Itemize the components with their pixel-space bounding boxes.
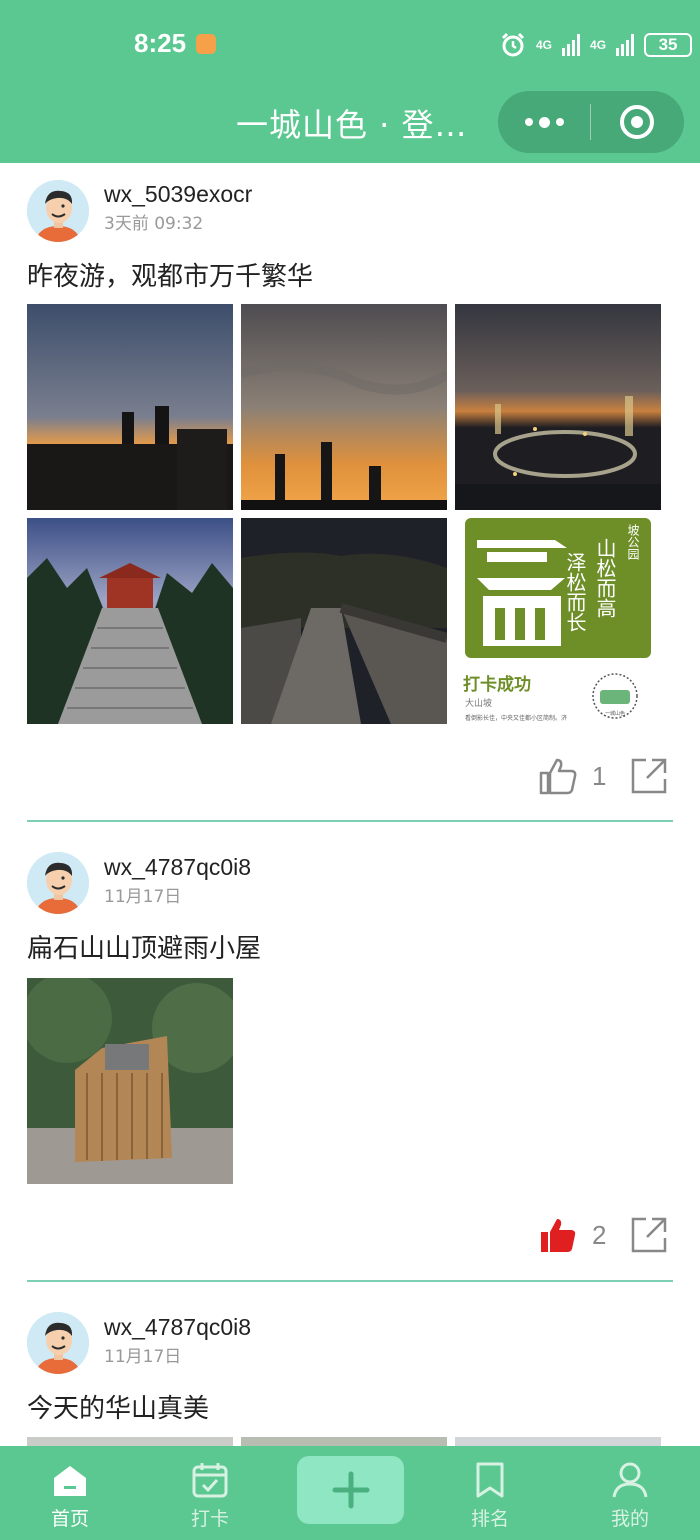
post-image[interactable] [27,1437,233,1446]
post-content: 昨夜游，观都市万千繁华 [27,262,314,292]
page-title: 一城山色 · 登… [236,106,468,144]
post-content: 扁石山山顶避雨小屋 [27,934,262,964]
checkin-calligraphy-line1: 山松而高 [593,538,617,618]
checkin-location: 大山坡 [465,697,492,709]
tab-ranking[interactable]: 排名 [445,1446,535,1540]
avatar[interactable] [27,180,89,242]
like-icon[interactable] [538,756,578,796]
checkin-logo-text: 一城山色 [605,710,625,717]
avatar[interactable] [27,1312,89,1374]
post-create-button[interactable] [297,1456,404,1524]
post-feed[interactable]: wx_5039exocr 3天前 09:32 昨夜游，观都市万千繁华 山松而高 … [0,163,700,1446]
post-image[interactable] [27,518,233,724]
checkin-calligraphy-1: 山松而高 [593,538,617,618]
post-image[interactable] [27,978,233,1184]
plus-icon [332,1471,369,1509]
bottom-tab-bar: 首页 打卡 排名 我的 [0,1446,700,1540]
post-card: wx_4787qc0i8 11月17日 今天的华山真美 [0,1283,700,1446]
status-bar: 8:25 4G 4G 35 [0,0,700,90]
post-image[interactable] [241,1437,447,1446]
post-card: wx_4787qc0i8 11月17日 扁石山山顶避雨小屋 2 [0,823,700,1283]
avatar-man-icon [27,1312,89,1374]
pavilion-stairs-image [27,518,233,724]
battery-level: 35 [658,35,678,54]
avatar-man-icon [27,180,89,242]
post-image[interactable] [241,304,447,510]
post-content: 今天的华山真美 [27,1394,210,1424]
post-username[interactable]: wx_4787qc0i8 [104,854,251,881]
top-header: 8:25 4G 4G 35 一城山色 · 登… [0,0,700,163]
more-dot-icon [555,118,564,126]
liked-icon[interactable] [538,1215,578,1255]
status-indicators: 4G 4G 35 [500,30,693,60]
post-image[interactable] [455,1437,661,1446]
tab-label: 打卡 [190,1508,229,1530]
city-night-image [455,304,661,510]
more-dot-icon [538,116,550,128]
avatar-man-icon [27,852,89,914]
post-divider [27,1280,673,1282]
checkin-card-image[interactable]: 山松而高 泽松而长 坡公园 打卡成功 大山坡 看倒影长佳，中央又佳都小区简制。济… [455,518,661,724]
tab-label: 首页 [50,1508,89,1530]
city-dusk-image [27,304,233,510]
post-time: 11月17日 [104,887,182,907]
post-username[interactable]: wx_5039exocr [104,181,252,208]
post-card: wx_5039exocr 3天前 09:32 昨夜游，观都市万千繁华 山松而高 … [0,163,700,823]
bookmark-icon [476,1462,504,1498]
post-image[interactable] [241,518,447,724]
share-icon[interactable] [630,1216,668,1254]
checkin-badge-text: 坡公园 [626,524,640,561]
calendar-check-icon [192,1463,228,1498]
checkin-badge: 坡公园 [626,524,640,561]
wooden-hut-image [27,978,233,1184]
checkin-calligraphy-2: 泽松而长 [563,552,587,632]
tab-label: 排名 [470,1508,509,1530]
checkin-success-text: 打卡成功 [463,674,531,695]
more-dot-icon [524,118,533,126]
post-actions: 2 [538,1215,668,1255]
tab-checkin[interactable]: 打卡 [165,1446,255,1540]
tab-label: 我的 [610,1508,649,1530]
avatar[interactable] [27,852,89,914]
network-label-2: 4G [590,38,607,52]
great-wall-night-image [241,518,447,724]
checkin-card-icon: 山松而高 泽松而长 坡公园 打卡成功 大山坡 看倒影长佳，中央又佳都小区简制。济… [455,518,661,724]
signal-icon [562,34,581,56]
status-time: 8:25 [134,28,187,58]
post-username[interactable]: wx_4787qc0i8 [104,1314,251,1341]
tab-mine[interactable]: 我的 [585,1446,675,1540]
post-time: 11月17日 [104,1347,182,1367]
like-count: 2 [592,1219,607,1250]
checkin-footer: 看倒影长佳，中央又佳都小区简制。济 [465,714,567,722]
post-time: 3天前 09:32 [104,214,204,234]
home-icon [54,1466,86,1496]
like-count: 1 [592,760,607,791]
more-button[interactable] [498,91,590,153]
checkin-calligraphy-line2: 泽松而长 [563,552,587,632]
city-dusk-image [241,304,447,510]
target-icon [620,105,654,139]
signal-icon [616,34,635,56]
user-icon [612,1462,648,1498]
post-divider [27,820,673,822]
alarm-icon [501,32,525,57]
post-image[interactable] [455,304,661,510]
notification-app-icon [196,34,216,54]
battery-icon: 35 [644,33,693,57]
post-image[interactable] [27,304,233,510]
close-miniprogram-button[interactable] [591,91,683,153]
post-actions: 1 [538,756,668,796]
network-label-1: 4G [536,38,553,52]
share-icon[interactable] [630,757,668,795]
miniprogram-capsule [498,91,684,153]
tab-home[interactable]: 首页 [25,1446,115,1540]
